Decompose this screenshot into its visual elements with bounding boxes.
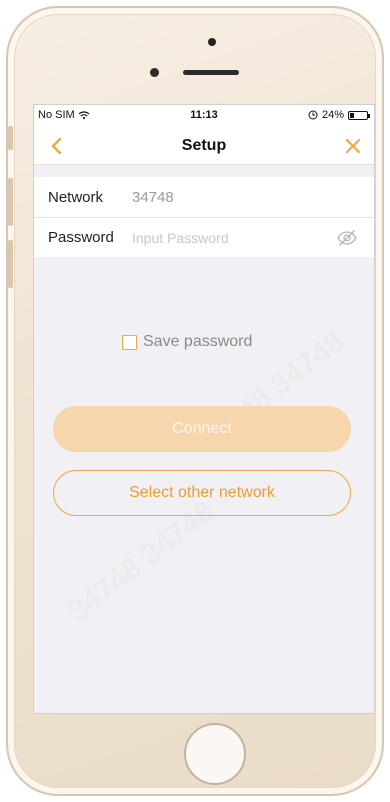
close-icon[interactable] bbox=[342, 135, 364, 157]
section-spacer bbox=[34, 165, 374, 177]
volume-down-button bbox=[8, 240, 13, 288]
password-label: Password bbox=[48, 229, 114, 246]
wifi-form: Network 34748 Password bbox=[34, 177, 374, 257]
save-password-option[interactable]: Save password bbox=[122, 333, 252, 351]
front-camera bbox=[208, 38, 216, 46]
select-other-network-button[interactable]: Select other network bbox=[53, 470, 351, 516]
status-right: 24% bbox=[308, 109, 370, 121]
save-password-checkbox[interactable] bbox=[122, 334, 137, 350]
mute-switch bbox=[8, 126, 13, 150]
password-input[interactable] bbox=[132, 229, 292, 246]
app-screen: 34748 34748 34748 34748 No SIM 11:13 24% bbox=[33, 104, 375, 714]
network-row[interactable]: Network 34748 bbox=[34, 177, 374, 217]
volume-up-button bbox=[8, 178, 13, 226]
network-value: 34748 bbox=[132, 188, 174, 206]
battery-level-fill bbox=[350, 112, 354, 118]
eye-slash-icon[interactable] bbox=[336, 229, 358, 247]
save-password-label: Save password bbox=[143, 333, 253, 350]
connect-button[interactable]: Connect bbox=[53, 406, 351, 452]
alarm-icon bbox=[308, 110, 318, 120]
battery-icon bbox=[348, 110, 370, 120]
page-title: Setup bbox=[181, 137, 227, 154]
proximity-sensor bbox=[150, 68, 159, 77]
password-row: Password bbox=[34, 217, 374, 257]
home-button[interactable] bbox=[184, 723, 246, 785]
nav-bar: Setup bbox=[34, 127, 374, 165]
earpiece-speaker bbox=[183, 70, 239, 75]
network-label: Network bbox=[48, 188, 104, 206]
status-bar: No SIM 11:13 24% bbox=[34, 105, 374, 127]
battery-percent: 24% bbox=[321, 109, 344, 121]
